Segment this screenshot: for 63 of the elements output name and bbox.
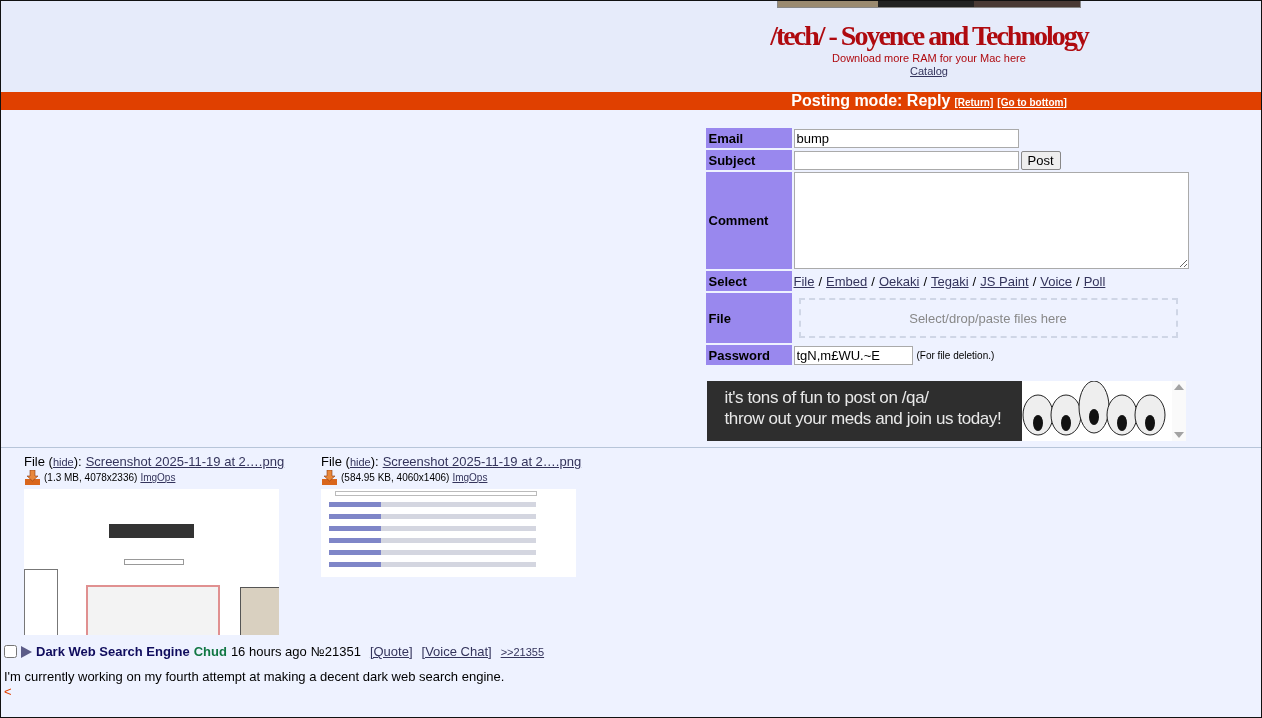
ad-text: it's tons of fun to post on /qa/ <box>724 387 930 408</box>
password-field[interactable]: tgN,m£WU.~E <box>793 345 913 365</box>
scroll-up-icon[interactable] <box>1173 383 1184 391</box>
post-button[interactable]: Post <box>1020 150 1061 170</box>
screenshot-thumbnail[interactable] <box>24 489 279 635</box>
form-label: Password <box>705 345 792 365</box>
post-checkbox[interactable] <box>4 645 17 658</box>
password-note: (For file deletion.) <box>916 349 995 361</box>
file-name-link[interactable]: Screenshot 2025-11-19 at 2….png <box>85 454 285 469</box>
file-label: ): <box>73 454 82 469</box>
select-option-link[interactable]: Tegaki <box>931 273 969 289</box>
file-name-link[interactable]: Screenshot 2025-11-19 at 2….png <box>382 454 582 469</box>
form-label: Comment <box>705 172 792 269</box>
catalog-link[interactable]: Catalog <box>910 65 948 78</box>
file-label: File ( <box>321 454 350 469</box>
download-icon[interactable] <box>24 470 41 485</box>
post-subject: Dark Web Search Engine <box>36 644 190 659</box>
download-icon[interactable] <box>321 470 338 485</box>
form-label: Email <box>705 128 792 148</box>
link-separator: / <box>1076 273 1080 289</box>
posting-bar-link[interactable]: [Return] <box>954 97 994 108</box>
form-label: File <box>705 293 792 343</box>
posting-mode-label: Posting mode: Reply <box>791 92 951 110</box>
ad-text: throw out your meds and join us today! <box>724 408 1002 429</box>
expand-triangle-icon[interactable] <box>21 645 32 658</box>
scroll-down-icon[interactable] <box>1173 431 1184 439</box>
file-label: File ( <box>24 454 53 469</box>
select-option-link[interactable]: Voice <box>1040 273 1073 289</box>
select-option-link[interactable]: Oekaki <box>878 273 920 289</box>
ad-banner[interactable]: it's tons of fun to post on /qa/ throw out your meds and join us today! <box>706 381 1172 441</box>
link-separator: / <box>1032 273 1037 289</box>
board-subtitle: Download more RAM for your Mac here <box>832 52 1026 65</box>
file-info: (584.95 KB, 4060x1406) <box>341 472 450 483</box>
select-option-link[interactable]: File <box>793 273 815 289</box>
poster-name: Chud <box>193 644 227 659</box>
select-option-link[interactable]: Poll <box>1083 273 1106 289</box>
email-field[interactable]: bump <box>793 128 1019 148</box>
hide-link[interactable]: hide <box>52 456 74 468</box>
quote-text: < <box>3 684 13 699</box>
select-option-link[interactable]: Embed <box>826 273 868 289</box>
post-time: 16 hours ago <box>230 644 307 659</box>
link-separator: / <box>923 273 927 289</box>
file-label: ): <box>370 454 379 469</box>
subject-field[interactable] <box>793 150 1019 170</box>
hide-link[interactable]: hide <box>349 456 371 468</box>
board-title: /tech/ - Soyence and Technology <box>770 20 1088 52</box>
file-info: (1.3 MB, 4078x2336) <box>44 472 138 483</box>
link-separator: / <box>818 273 823 289</box>
voice-chat-link[interactable]: [Voice Chat] <box>421 644 492 659</box>
post-number[interactable]: №21351 <box>310 644 361 659</box>
post-body-text: I'm currently working on my fourth attempt at making a decent dark web search engine. <box>3 668 506 684</box>
imgops-link[interactable]: ImgOps <box>452 472 488 483</box>
reply-link[interactable]: >>21355 <box>500 645 545 658</box>
imgops-link[interactable]: ImgOps <box>140 472 176 483</box>
link-separator: / <box>972 273 977 289</box>
link-separator: / <box>871 273 875 289</box>
posting-bar-link[interactable]: [Go to bottom] <box>997 97 1067 108</box>
form-label: Select <box>705 271 792 291</box>
comment-field[interactable] <box>793 172 1189 269</box>
form-label: Subject <box>705 150 792 170</box>
select-option-link[interactable]: JS Paint <box>980 273 1029 289</box>
quote-link[interactable]: [Quote] <box>369 644 413 659</box>
screenshot-thumbnail[interactable] <box>321 489 576 577</box>
